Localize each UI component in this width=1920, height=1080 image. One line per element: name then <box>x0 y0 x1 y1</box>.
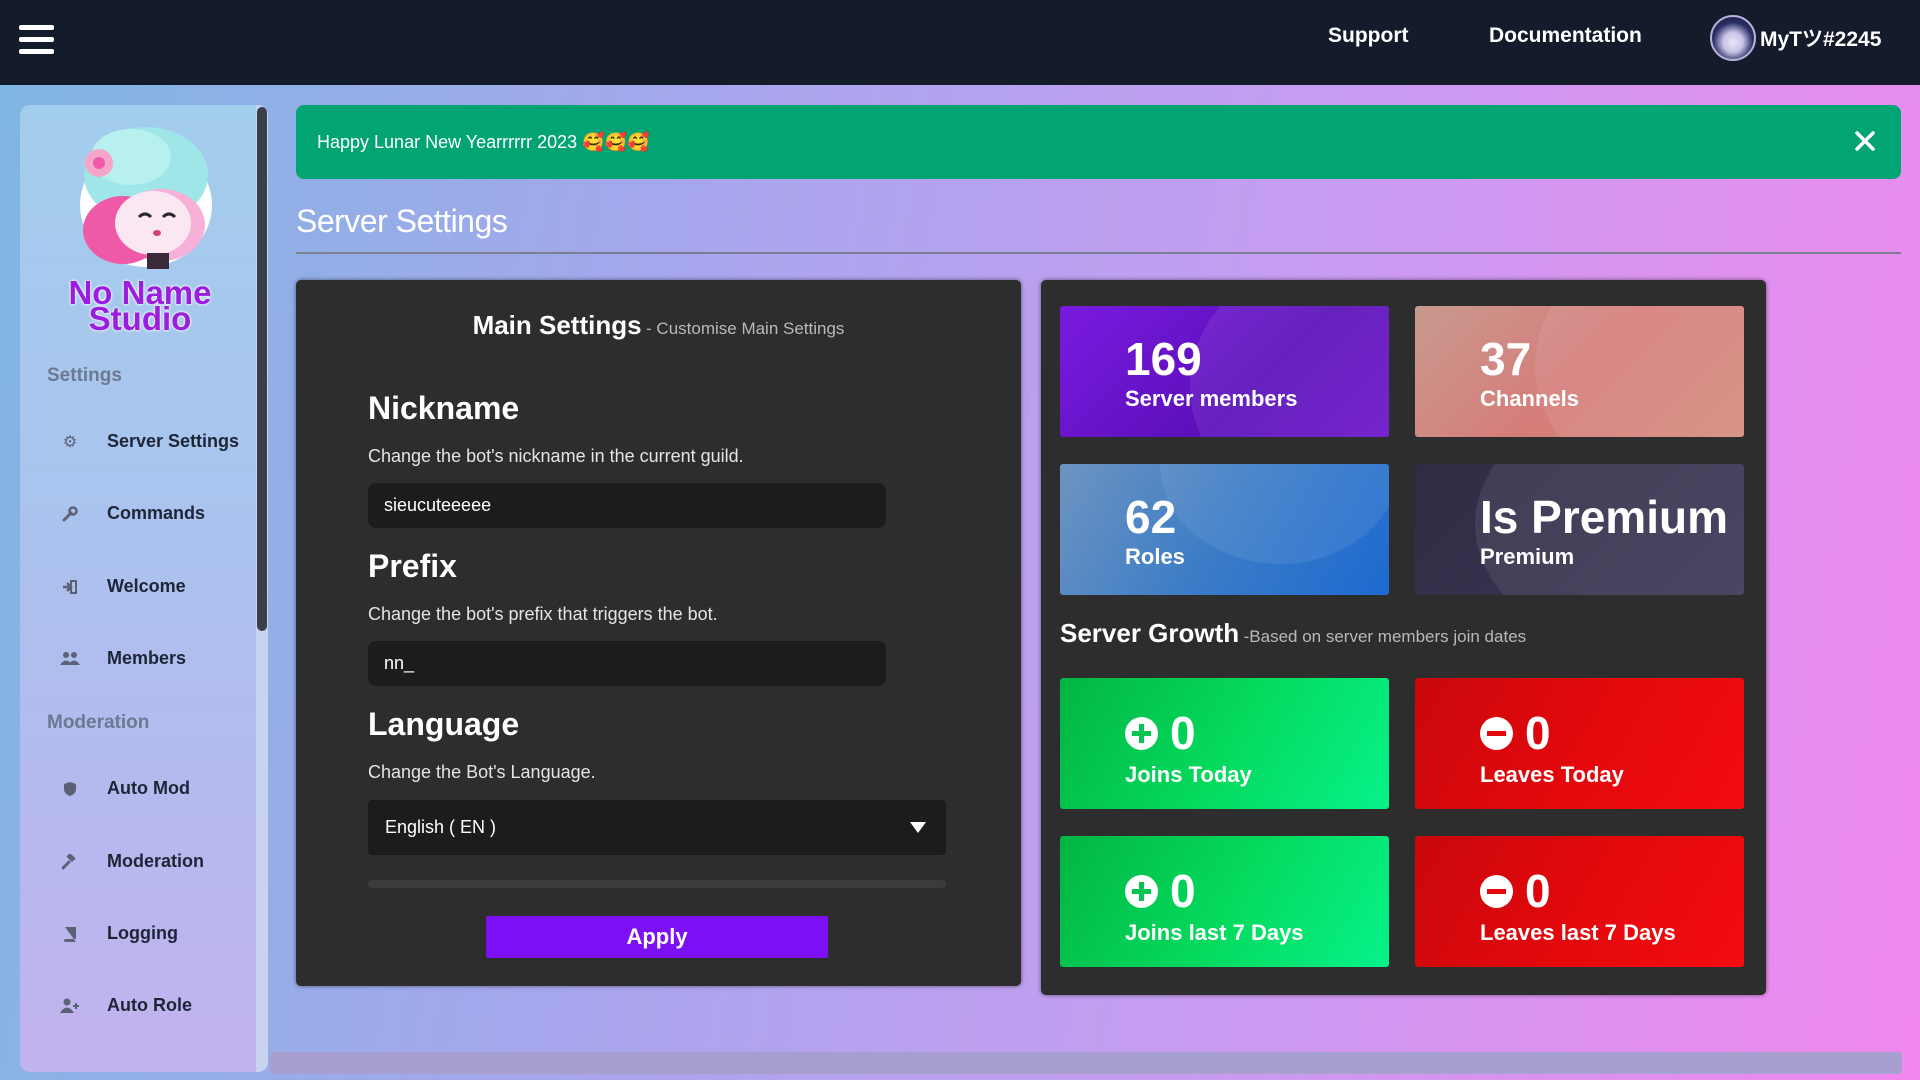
members-label: Server members <box>1125 386 1298 411</box>
page-title: Server Settings <box>296 203 508 239</box>
sidebar-item-auto-role[interactable]: Auto Role <box>60 995 192 1016</box>
studio-logo <box>80 127 212 269</box>
leaves-7d-card: 0 Leaves last 7 Days <box>1415 836 1744 967</box>
avatar[interactable] <box>1710 15 1756 61</box>
plus-circle-icon <box>1125 716 1158 750</box>
joins-7d-label: Joins last 7 Days <box>1125 920 1304 945</box>
page-horizontal-scrollbar[interactable] <box>270 1052 1902 1074</box>
sidebar-item-label: Server Settings <box>107 431 240 451</box>
server-growth-subtitle: -Based on server members join dates <box>1243 627 1527 646</box>
leaves-today-label: Leaves Today <box>1480 762 1624 787</box>
close-icon[interactable] <box>1851 127 1879 155</box>
user-plus-icon <box>60 996 80 1016</box>
premium-stat-card: Is Premium Premium <box>1415 464 1744 595</box>
leaves-7d-label: Leaves last 7 Days <box>1480 920 1676 945</box>
roles-count: 62 <box>1125 491 1177 543</box>
joins-today-card: 0 Joins Today <box>1060 678 1389 809</box>
nickname-title: Nickname <box>368 390 520 426</box>
sidebar: No Name Studio Settings ⚙ Server Setting… <box>20 105 268 1072</box>
channels-stat-card: 37 Channels <box>1415 306 1744 437</box>
nickname-description: Change the bot's nickname in the current… <box>368 446 744 466</box>
leaves-today-count: 0 <box>1525 707 1551 759</box>
book-icon <box>60 924 80 944</box>
documentation-link[interactable]: Documentation <box>1489 24 1642 48</box>
joins-7d-card: 0 Joins last 7 Days <box>1060 836 1389 967</box>
server-growth-title: Server Growth <box>1060 618 1240 648</box>
brand-name: No Name Studio <box>68 274 212 337</box>
banner-text: Happy Lunar New Yearrrrrr 2023 🥰🥰🥰 <box>317 131 650 152</box>
gavel-icon <box>60 852 80 872</box>
gear-icon: ⚙ <box>62 433 78 451</box>
roles-stat-card: 62 Roles <box>1060 464 1389 595</box>
language-select[interactable]: English ( EN ) <box>368 800 946 855</box>
user-profile[interactable]: MyTツ#2245 <box>1710 15 1881 61</box>
sidebar-item-logging[interactable]: Logging <box>60 923 178 944</box>
hamburger-menu-icon[interactable] <box>19 25 54 55</box>
main-settings-panel: Main Settings - Customise Main Settings … <box>296 280 1021 986</box>
wrench-icon <box>60 504 80 524</box>
joins-today-count: 0 <box>1170 707 1196 759</box>
minus-circle-icon <box>1480 874 1513 908</box>
plus-circle-icon <box>1125 874 1158 908</box>
sidebar-item-moderation[interactable]: Moderation <box>60 851 204 872</box>
prefix-input[interactable] <box>368 641 886 686</box>
apply-button[interactable]: Apply <box>486 916 828 958</box>
sidebar-item-label: Auto Mod <box>107 778 190 798</box>
sidebar-item-label: Logging <box>107 923 178 943</box>
sidebar-item-auto-mod[interactable]: Auto Mod <box>60 778 190 799</box>
sidebar-item-label: Members <box>107 648 187 668</box>
premium-status: Is Premium <box>1480 491 1728 543</box>
nickname-input[interactable] <box>368 483 886 528</box>
sidebar-item-label: Moderation <box>107 851 204 871</box>
users-icon <box>60 649 80 669</box>
language-selected-value: English ( EN ) <box>385 817 497 837</box>
main-settings-heading: Main Settings - Customise Main Settings <box>296 310 1021 341</box>
sidebar-item-server-settings[interactable]: ⚙ Server Settings <box>60 431 239 452</box>
channels-label: Channels <box>1480 386 1580 411</box>
top-navbar: Support Documentation MyTツ#2245 <box>0 0 1920 85</box>
server-growth-heading: Server Growth -Based on server members j… <box>1060 618 1526 649</box>
channels-count: 37 <box>1480 333 1532 385</box>
moderation-section-label: Moderation <box>47 712 150 733</box>
server-stats-panel: 169 Server members 37 Channels 62 Roles … <box>1041 280 1766 995</box>
leaves-7d-count: 0 <box>1525 865 1551 917</box>
sidebar-item-label: Auto Role <box>107 995 192 1015</box>
sign-in-icon <box>60 577 80 597</box>
announcement-banner: Happy Lunar New Yearrrrrr 2023 🥰🥰🥰 <box>296 105 1901 179</box>
joins-7d-count: 0 <box>1170 865 1196 917</box>
language-description: Change the Bot's Language. <box>368 762 596 782</box>
sidebar-scrollbar-thumb[interactable] <box>257 107 267 631</box>
members-count: 169 <box>1125 333 1202 385</box>
premium-label: Premium <box>1480 544 1575 569</box>
main-settings-title: Main Settings <box>472 310 642 340</box>
username[interactable]: MyTツ#2245 <box>1760 23 1881 53</box>
language-title: Language <box>368 706 520 742</box>
sidebar-item-welcome[interactable]: Welcome <box>60 576 186 597</box>
members-stat-card: 169 Server members <box>1060 306 1389 437</box>
minus-circle-icon <box>1480 716 1513 750</box>
main-settings-subtitle: - Customise Main Settings <box>646 319 845 338</box>
chevron-down-icon <box>910 822 926 833</box>
sidebar-item-label: Welcome <box>107 576 186 596</box>
prefix-description: Change the bot's prefix that triggers th… <box>368 604 718 624</box>
sidebar-item-label: Commands <box>107 503 206 523</box>
sidebar-scrollbar[interactable] <box>256 105 268 1072</box>
sidebar-item-members[interactable]: Members <box>60 648 186 669</box>
roles-label: Roles <box>1125 544 1185 569</box>
title-divider <box>296 252 1901 254</box>
leaves-today-card: 0 Leaves Today <box>1415 678 1744 809</box>
settings-section-label: Settings <box>47 365 122 386</box>
support-link[interactable]: Support <box>1328 24 1408 48</box>
joins-today-label: Joins Today <box>1125 762 1252 787</box>
panel-horizontal-scrollbar[interactable] <box>368 880 946 888</box>
shield-icon <box>60 779 80 799</box>
prefix-title: Prefix <box>368 548 457 584</box>
sidebar-item-commands[interactable]: Commands <box>60 503 205 524</box>
